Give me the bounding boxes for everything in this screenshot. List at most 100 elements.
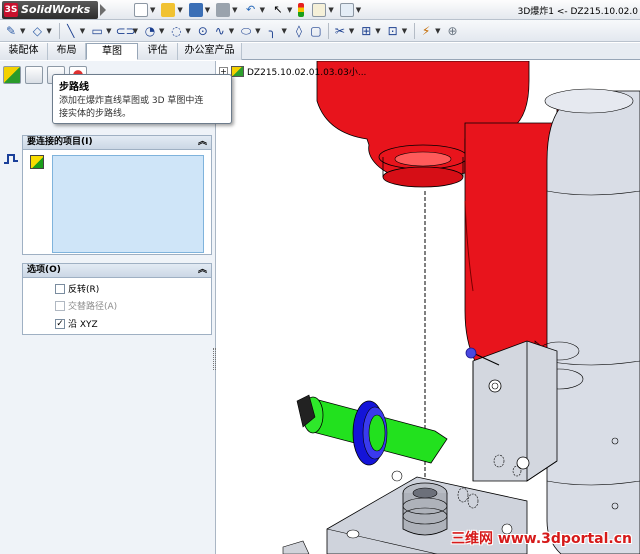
sketch-toolbar: ✎ ▼ ◇ ▼ ╲ ▼ ▭ ▼ ⊂⊃ ▼ ◔ ▼ ◌ ▼ ⊙ ∿ ▼ ⬭ ▼ ╮ ▼ ◊ ▢ ✂ ▼ … (0, 20, 640, 42)
items-to-connect-group: 要连接的项目(I) ︽ (22, 135, 212, 255)
file-properties-icon[interactable] (312, 3, 327, 17)
chevron-down-icon[interactable]: ▼ (150, 6, 155, 14)
chevron-down-icon[interactable]: ▼ (229, 27, 234, 35)
collapse-chevron-icon[interactable]: ︽ (198, 264, 207, 277)
smart-dimension-icon[interactable]: ◇ (29, 23, 45, 39)
alternate-path-checkbox[interactable] (55, 300, 65, 311)
relation-icon[interactable]: ⊡ (385, 23, 401, 39)
tab-evaluate[interactable]: 评估 (138, 43, 178, 60)
chevron-down-icon[interactable]: ▼ (287, 6, 292, 14)
slot-icon[interactable]: ⊂⊃ (116, 23, 136, 39)
chevron-down-icon[interactable]: ▼ (260, 6, 265, 14)
option-along-xyz[interactable]: ✓ 沿 XYZ (55, 317, 98, 330)
rebuild-icon[interactable] (298, 3, 305, 17)
toolbar-separator (414, 22, 416, 39)
ellipse-icon[interactable]: ⬭ (238, 23, 254, 39)
quick-access-toolbar: ▼ ▼ ▼ ▼ ↶ ▼ ↖ ▼ ▼ ▼ (134, 2, 367, 18)
chevron-down-icon[interactable]: ▼ (375, 27, 380, 35)
rectangle-icon[interactable]: ▭ (89, 23, 105, 39)
grey-cylinder (546, 90, 640, 554)
chevron-down-icon[interactable]: ▼ (356, 6, 361, 14)
open-folder-icon[interactable] (161, 3, 176, 17)
components-icon (30, 155, 44, 169)
tooltip-title: 步路线 (59, 82, 89, 93)
rapid-sketch-icon[interactable]: ⚡ (418, 23, 434, 39)
chevron-down-icon[interactable]: ▼ (185, 27, 190, 35)
reverse-checkbox[interactable] (55, 283, 65, 294)
sketch-icon[interactable]: ✎ (3, 23, 19, 39)
options-header[interactable]: 选项(O) ︽ (23, 264, 211, 278)
route-line-icon (2, 149, 20, 167)
chevron-down-icon[interactable]: ▼ (282, 27, 287, 35)
tab-sketch[interactable]: 草图 (86, 43, 138, 60)
chevron-down-icon[interactable]: ▼ (80, 27, 85, 35)
chevron-down-icon[interactable]: ▼ (349, 27, 354, 35)
property-manager-panel: ✔ ✖ 要连接的项目(I) ︽ 选项(O) ︽ 反转(R) 交替路径(A) ✓ … (0, 61, 216, 554)
property-manager-tab-icon[interactable] (25, 66, 43, 84)
tab-layout[interactable]: 布局 (48, 43, 86, 60)
zoom-icon[interactable]: ⊕ (444, 23, 460, 39)
chevron-down-icon[interactable]: ▼ (133, 27, 138, 35)
save-icon[interactable] (188, 3, 203, 17)
options-title: 选项(O) (27, 265, 61, 275)
tab-office-products[interactable]: 办公室产品 (178, 43, 242, 60)
items-to-connect-header[interactable]: 要连接的项目(I) ︽ (23, 136, 211, 150)
mirror-icon[interactable]: ◊ (291, 23, 307, 39)
items-to-connect-title: 要连接的项目(I) (27, 137, 93, 147)
spline-icon[interactable]: ∿ (212, 23, 228, 39)
menu-expand-icon[interactable] (100, 4, 106, 16)
assembly-icon (231, 66, 244, 77)
chevron-down-icon[interactable]: ▼ (46, 27, 51, 35)
logo-text: SolidWorks (21, 3, 91, 16)
select-pointer-icon[interactable]: ↖ (271, 3, 285, 17)
alternate-path-label: 交替路径(A) (68, 302, 118, 312)
undo-icon[interactable]: ↶ (244, 3, 258, 17)
chevron-down-icon[interactable]: ▼ (435, 27, 440, 35)
offset-icon[interactable]: ▢ (308, 23, 324, 39)
chevron-down-icon[interactable]: ▼ (402, 27, 407, 35)
toolbar-separator (58, 22, 60, 39)
along-xyz-checkbox[interactable]: ✓ (55, 318, 65, 329)
command-manager-tabs: 装配体 布局 草图 评估 办公室产品 (0, 43, 640, 60)
options-icon[interactable] (339, 3, 354, 17)
graphics-area[interactable] (217, 61, 640, 554)
feature-tree-root-label: DZ215.10.02.01.03.03小... (247, 68, 367, 78)
chevron-down-icon[interactable]: ▼ (177, 6, 182, 14)
items-selection-list[interactable] (52, 155, 204, 253)
route-line-tooltip: 步路线 添加在爆炸直线草图或 3D 草图中连 接实体的步路线。 (52, 74, 232, 124)
chevron-down-icon[interactable]: ▼ (205, 6, 210, 14)
title-bar: 3S SolidWorks ▼ ▼ ▼ ▼ ↶ ▼ ↖ ▼ ▼ ▼ 3D爆炸1 <-… (0, 0, 640, 20)
arc-icon[interactable]: ◌ (168, 23, 184, 39)
circle-icon[interactable]: ◔ (142, 23, 158, 39)
reverse-label: 反转(R) (68, 285, 100, 295)
chevron-down-icon[interactable]: ▼ (328, 6, 333, 14)
chevron-down-icon[interactable]: ▼ (20, 27, 25, 35)
line-icon[interactable]: ╲ (63, 23, 79, 39)
window-title: 3D爆炸1 <- DZ215.10.02.0 (517, 7, 638, 17)
move-icon[interactable]: ⊞ (358, 23, 374, 39)
option-alternate-path[interactable]: 交替路径(A) (55, 299, 117, 312)
tooltip-body-line-2: 接实体的步路线。 (59, 109, 132, 119)
trim-icon[interactable]: ✂ (332, 23, 348, 39)
chevron-down-icon[interactable]: ▼ (159, 27, 164, 35)
chevron-down-icon[interactable]: ▼ (232, 6, 237, 14)
print-icon[interactable] (216, 3, 231, 17)
panel-splitter-handle[interactable] (213, 348, 216, 370)
feature-tree-root[interactable]: + DZ215.10.02.01.03.03小... (219, 65, 366, 78)
fillet-icon[interactable]: ╮ (265, 23, 281, 39)
solidworks-logo[interactable]: 3S SolidWorks (2, 1, 98, 19)
new-document-icon[interactable] (134, 3, 148, 17)
tab-assembly[interactable]: 装配体 (0, 43, 48, 60)
collapse-chevron-icon[interactable]: ︽ (198, 136, 207, 149)
options-group: 选项(O) ︽ 反转(R) 交替路径(A) ✓ 沿 XYZ (22, 263, 212, 335)
model-viewport[interactable] (217, 61, 640, 554)
polygon-icon[interactable]: ⊙ (195, 23, 211, 39)
along-xyz-label: 沿 XYZ (68, 320, 98, 330)
chevron-down-icon[interactable]: ▼ (255, 27, 260, 35)
feature-manager-tab-icon[interactable] (3, 66, 21, 84)
chevron-down-icon[interactable]: ▼ (106, 27, 111, 35)
option-reverse[interactable]: 反转(R) (55, 282, 99, 295)
logo-mark-icon: 3S (4, 3, 18, 17)
grey-block (472, 340, 558, 482)
toolbar-separator (327, 22, 329, 39)
